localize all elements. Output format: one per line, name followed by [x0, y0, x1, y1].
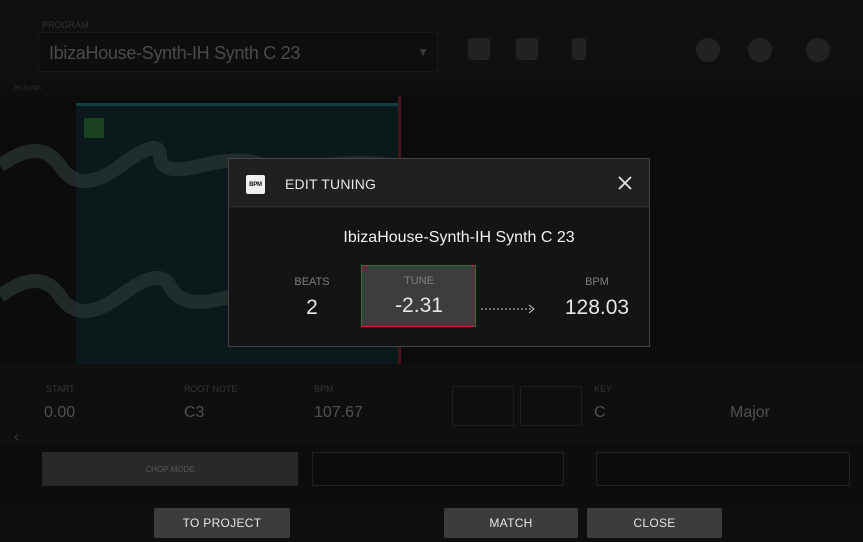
program-selector[interactable]: IbizaHouse-Synth-IH Synth C 23 ▼ — [38, 32, 438, 72]
tune-value: -2.31 — [395, 294, 443, 317]
headphones-icon[interactable] — [696, 38, 720, 62]
grid-icon[interactable] — [468, 38, 490, 60]
bpm-label: BPM — [585, 276, 609, 288]
bpm-icon: BPM — [246, 175, 265, 194]
action-button-2[interactable] — [312, 452, 564, 486]
edit-tuning-dialog: BPM EDIT TUNING IbizaHouse-Synth-IH Synt… — [228, 158, 650, 347]
start-label: START — [46, 384, 75, 394]
beats-label: BEATS — [294, 276, 330, 288]
start-value[interactable]: 0.00 — [44, 404, 75, 422]
dialog-title: EDIT TUNING — [285, 176, 377, 192]
clipboard-icon[interactable] — [572, 38, 586, 60]
param-box[interactable] — [520, 386, 582, 426]
program-label: PROGRAM — [42, 20, 89, 30]
chevron-down-icon: ▼ — [417, 45, 429, 59]
bpm-value[interactable]: 107.67 — [314, 404, 363, 422]
chop-mode-button[interactable]: CHOP MODE — [42, 452, 298, 486]
tune-label: TUNE — [404, 275, 434, 287]
mixer-icon[interactable] — [516, 38, 538, 60]
param-box[interactable] — [452, 386, 514, 426]
dialog-header: BPM EDIT TUNING — [229, 159, 649, 207]
top-bar: PROGRAM IbizaHouse-Synth-IH Synth C 23 ▼ — [0, 0, 863, 82]
search-icon[interactable] — [748, 38, 772, 62]
key-value[interactable]: C — [594, 404, 606, 422]
match-button[interactable]: MATCH — [444, 508, 578, 538]
chevron-left-icon[interactable]: ‹ — [14, 428, 19, 444]
dialog-body: IbizaHouse-Synth-IH Synth C 23 BEATS 2 T… — [229, 208, 649, 346]
track-strip: IH Synth — [0, 82, 863, 96]
bpm-label: BPM — [314, 384, 334, 394]
close-button[interactable]: CLOSE — [587, 508, 722, 538]
arrow-right-icon — [481, 304, 535, 314]
root-note-label: ROOT NOTE — [184, 384, 238, 394]
sample-name: IbizaHouse-Synth-IH Synth C 23 — [343, 229, 575, 246]
scale-value[interactable]: Major — [730, 404, 770, 422]
root-note-value[interactable]: C3 — [184, 404, 204, 422]
key-label: KEY — [594, 384, 613, 394]
gear-icon[interactable] — [806, 38, 830, 62]
close-icon[interactable] — [614, 172, 636, 194]
to-project-button[interactable]: TO PROJECT — [154, 508, 290, 538]
bottom-bar — [0, 504, 863, 542]
tune-field[interactable]: TUNE -2.31 — [361, 265, 476, 327]
track-label: IH Synth — [14, 85, 41, 92]
param-row: START 0.00 ROOT NOTE C3 BPM 107.67 KEY C… — [0, 364, 863, 444]
beats-value[interactable]: 2 — [257, 296, 367, 320]
program-name: IbizaHouse-Synth-IH Synth C 23 — [49, 43, 301, 63]
action-button-3[interactable] — [596, 452, 850, 486]
bpm-value: 128.03 — [564, 296, 630, 319]
